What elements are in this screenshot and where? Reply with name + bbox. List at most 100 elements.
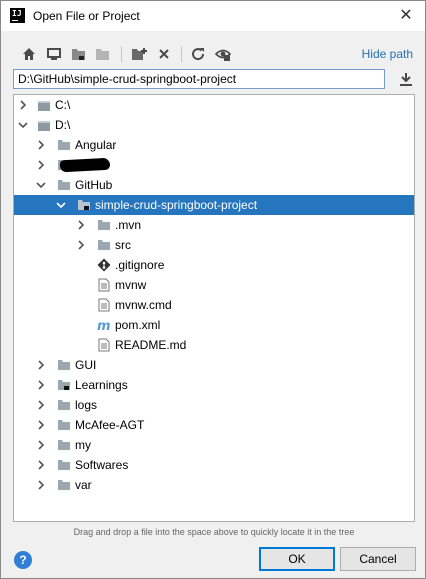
chevron-right-icon[interactable] (36, 460, 46, 470)
module-folder-icon[interactable] (93, 43, 113, 65)
path-row (13, 69, 417, 91)
tree-row[interactable]: GUI (14, 355, 414, 375)
chevron-right-icon[interactable] (36, 360, 46, 370)
project-folder-icon (78, 200, 90, 210)
close-icon[interactable]: ✕ (395, 5, 417, 27)
chevron-right-icon[interactable] (36, 380, 46, 390)
folder-icon (58, 360, 70, 370)
project-folder-icon[interactable] (69, 43, 89, 65)
redaction-mark (59, 157, 111, 173)
toolbar-separator (121, 46, 122, 62)
help-icon[interactable]: ? (14, 551, 32, 569)
chevron-down-icon[interactable] (18, 120, 28, 130)
folder-icon (58, 140, 70, 150)
tree-row-label: README.md (115, 338, 187, 352)
toolbar-separator (181, 46, 182, 62)
tree-row-selected[interactable]: simple-crud-springboot-project (14, 195, 414, 215)
tree-row-label: .mvn (115, 218, 142, 232)
download-icon[interactable] (398, 71, 414, 87)
folder-icon (58, 460, 70, 470)
tree-row-label: Angular (75, 138, 117, 152)
refresh-icon[interactable] (188, 43, 208, 65)
git-icon (97, 258, 111, 272)
drive-icon (38, 121, 50, 131)
new-folder-icon[interactable] (129, 43, 149, 65)
chevron-down-icon[interactable] (56, 200, 66, 210)
tree-row-label: mvnw (115, 278, 147, 292)
tree-row[interactable]: D:\ (14, 115, 414, 135)
tree-row-label: simple-crud-springboot-project (95, 198, 258, 212)
file-icon (98, 338, 110, 352)
tree-row[interactable] (14, 155, 414, 175)
tree-row[interactable]: Softwares (14, 455, 414, 475)
tree-row[interactable]: mvnw (14, 275, 414, 295)
maven-icon: m (97, 319, 111, 332)
tree-row-label: logs (75, 398, 98, 412)
chevron-right-icon[interactable] (36, 440, 46, 450)
drive-icon (38, 101, 50, 111)
drag-drop-hint: Drag and drop a file into the space abov… (73, 527, 355, 537)
tree-row-label: Softwares (75, 458, 129, 472)
hide-path-link[interactable]: Hide path (362, 47, 413, 61)
folder-icon (58, 440, 70, 450)
delete-icon[interactable] (154, 43, 174, 65)
tree-row[interactable]: McAfee-AGT (14, 415, 414, 435)
tree-row-label: Learnings (75, 378, 128, 392)
folder-icon (98, 220, 110, 230)
tree-row[interactable]: mvnw.cmd (14, 295, 414, 315)
chevron-right-icon[interactable] (76, 220, 86, 230)
tree-row-label: var (75, 478, 92, 492)
toolbar: Hide path (13, 43, 413, 65)
folder-icon (98, 240, 110, 250)
cancel-button[interactable]: Cancel (340, 547, 416, 571)
chevron-right-icon[interactable] (36, 140, 46, 150)
tree-row[interactable]: .gitignore (14, 255, 414, 275)
tree-row[interactable]: .mvn (14, 215, 414, 235)
chevron-down-icon[interactable] (36, 180, 46, 190)
dialog-title: Open File or Project (33, 9, 140, 23)
ok-button[interactable]: OK (259, 547, 335, 571)
path-input[interactable] (13, 69, 385, 89)
tree-row[interactable]: Angular (14, 135, 414, 155)
show-hidden-icon[interactable] (213, 43, 233, 65)
tree-row[interactable]: README.md (14, 335, 414, 355)
chevron-right-icon[interactable] (76, 240, 86, 250)
tree-row-label: C:\ (55, 98, 71, 112)
file-tree[interactable]: C:\ D:\ Angular GitHub simple-crud-sprin… (13, 94, 415, 522)
tree-row[interactable]: var (14, 475, 414, 495)
home-icon[interactable] (19, 43, 39, 65)
file-icon (98, 298, 110, 312)
tree-row-label: GitHub (75, 178, 113, 192)
desktop-icon[interactable] (44, 43, 64, 65)
open-file-dialog: IJ Open File or Project ✕ Hide path D:\G… (0, 0, 426, 579)
tree-row[interactable]: my (14, 435, 414, 455)
chevron-right-icon[interactable] (36, 420, 46, 430)
file-icon (98, 278, 110, 292)
tree-row-label: my (75, 438, 91, 452)
folder-icon (58, 180, 70, 190)
tree-row[interactable]: Learnings (14, 375, 414, 395)
folder-icon (58, 400, 70, 410)
tree-row-label: .gitignore (115, 258, 165, 272)
tree-row-label: src (115, 238, 131, 252)
svg-text:m: m (97, 319, 111, 332)
project-folder-icon (58, 380, 70, 390)
chevron-right-icon[interactable] (36, 400, 46, 410)
tree-row[interactable]: src (14, 235, 414, 255)
title-bar: IJ Open File or Project ✕ (1, 1, 425, 31)
chevron-right-icon[interactable] (36, 480, 46, 490)
tree-row-label: GUI (75, 358, 97, 372)
folder-icon (58, 480, 70, 490)
chevron-right-icon[interactable] (18, 100, 28, 110)
tree-row-label: McAfee-AGT (75, 418, 145, 432)
intellij-app-icon: IJ (10, 8, 25, 23)
tree-row[interactable]: C:\ (14, 95, 414, 115)
chevron-right-icon[interactable] (36, 160, 46, 170)
tree-row-label: pom.xml (115, 318, 161, 332)
tree-row[interactable]: m pom.xml (14, 315, 414, 335)
tree-row[interactable]: GitHub (14, 175, 414, 195)
folder-icon (58, 420, 70, 430)
tree-row[interactable]: logs (14, 395, 414, 415)
tree-row-label: mvnw.cmd (115, 298, 172, 312)
tree-row-label: D:\ (55, 118, 71, 132)
